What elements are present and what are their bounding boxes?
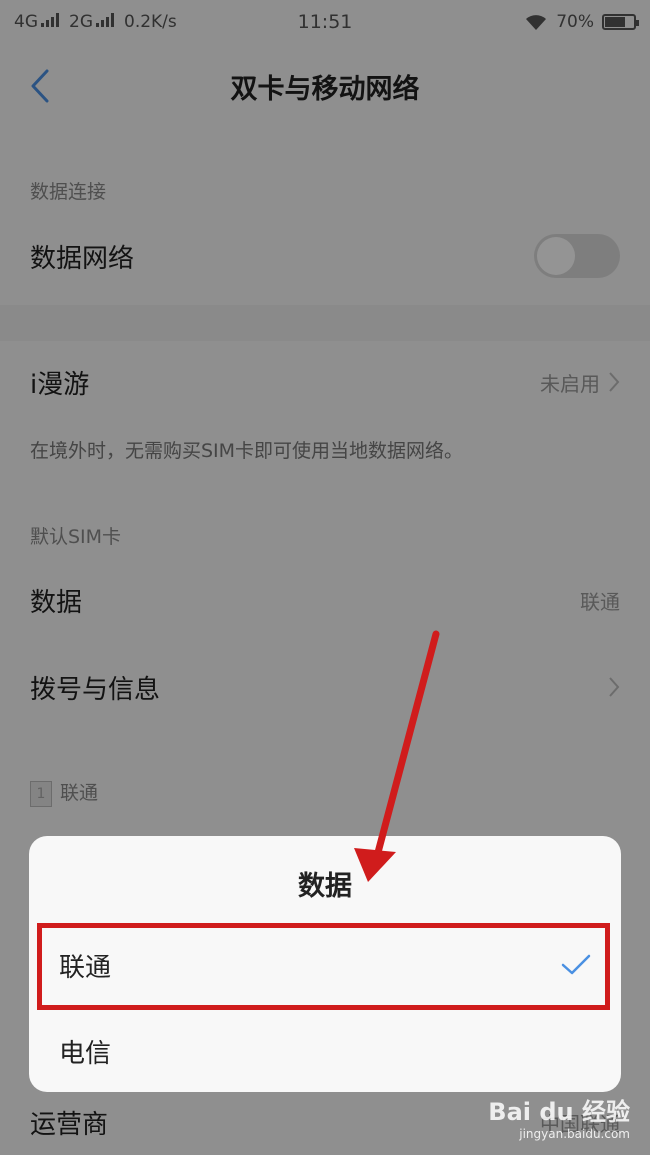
baidu-watermark: Bai du 经验 jingyan.baidu.com <box>488 1092 630 1141</box>
watermark-logo: Bai du 经验 <box>488 1098 630 1126</box>
watermark-url: jingyan.baidu.com <box>519 1127 630 1141</box>
annotation-arrow-icon <box>354 630 440 882</box>
